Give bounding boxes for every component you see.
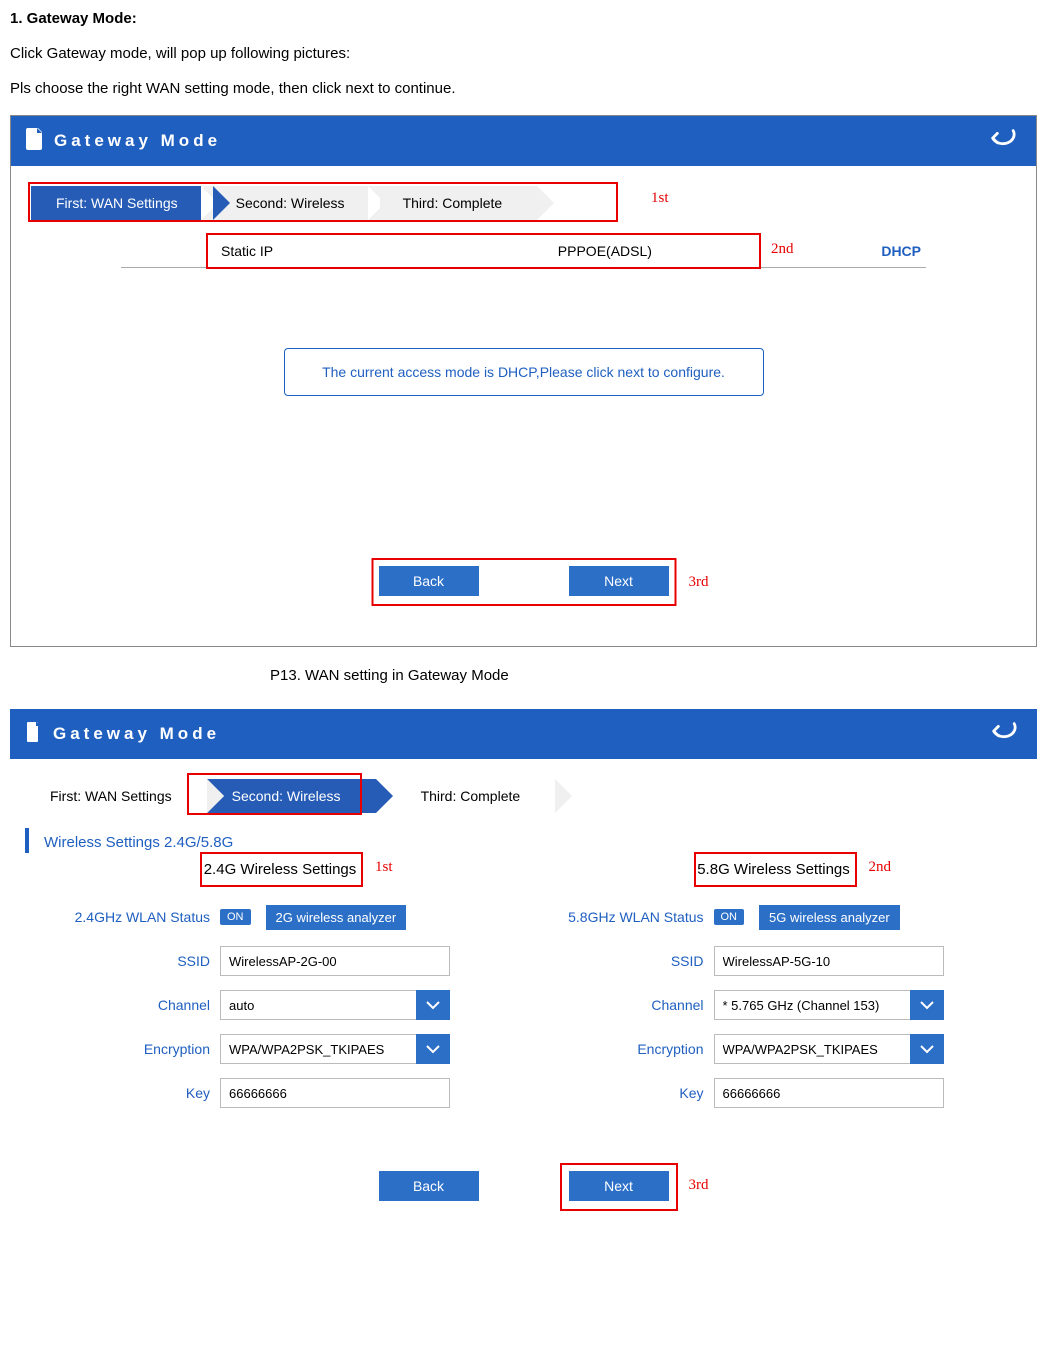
chevron-down-icon[interactable]: [910, 990, 944, 1020]
document-icon: [26, 128, 44, 155]
analyzer-button-5g[interactable]: 5G wireless analyzer: [759, 905, 900, 930]
wireless-settings-heading: Wireless Settings 2.4G/5.8G: [25, 828, 1037, 853]
back-arrow-icon[interactable]: [983, 125, 1021, 158]
step-tab-complete[interactable]: Third: Complete: [376, 779, 556, 813]
analyzer-button-2g[interactable]: 2G wireless analyzer: [266, 905, 407, 930]
key-input-24g[interactable]: [220, 1078, 450, 1108]
screenshot-wireless-settings: Gateway Mode First: WAN Settings Second:…: [10, 709, 1037, 1201]
encryption-label-24g: Encryption: [45, 1041, 220, 1057]
annotation-2nd: 2nd: [869, 859, 892, 876]
step-tab-wan[interactable]: First: WAN Settings: [31, 186, 213, 220]
annotation-1st: 1st: [375, 859, 393, 876]
key-label-58g: Key: [539, 1085, 714, 1101]
wireless-24g-column: 2.4G Wireless Settings 1st 2.4GHz WLAN S…: [30, 853, 524, 1121]
annotation-3rd: 3rd: [689, 1177, 709, 1194]
ssid-label-58g: SSID: [539, 953, 714, 969]
col-heading-24g: 2.4G Wireless Settings: [195, 853, 365, 886]
document-icon: [25, 721, 43, 748]
col-heading-58g: 5.8G Wireless Settings: [689, 853, 859, 886]
doc-heading: 1. Gateway Mode:: [10, 10, 1037, 27]
encryption-select-24g[interactable]: [220, 1034, 416, 1064]
doc-paragraph: Click Gateway mode, will pop up followin…: [10, 45, 1037, 62]
annotation-2nd: 2nd: [771, 241, 794, 258]
key-input-58g[interactable]: [714, 1078, 944, 1108]
channel-select-24g[interactable]: [220, 990, 416, 1020]
chevron-down-icon[interactable]: [416, 990, 450, 1020]
back-button[interactable]: Back: [379, 566, 479, 596]
app-header: Gateway Mode: [10, 709, 1037, 759]
doc-paragraph: Pls choose the right WAN setting mode, t…: [10, 80, 1037, 97]
step-tab-wireless[interactable]: Second: Wireless: [207, 779, 376, 813]
back-button[interactable]: Back: [379, 1171, 479, 1201]
back-arrow-icon[interactable]: [984, 718, 1022, 751]
info-message: The current access mode is DHCP,Please c…: [284, 348, 764, 396]
key-label-24g: Key: [45, 1085, 220, 1101]
wlan-status-label-58g: 5.8GHz WLAN Status: [539, 909, 714, 925]
ssid-label-24g: SSID: [45, 953, 220, 969]
ssid-input-58g[interactable]: [714, 946, 944, 976]
encryption-label-58g: Encryption: [539, 1041, 714, 1057]
encryption-select-58g[interactable]: [714, 1034, 910, 1064]
channel-label-24g: Channel: [45, 997, 220, 1013]
figure-caption: P13. WAN setting in Gateway Mode: [0, 667, 1047, 684]
chevron-down-icon[interactable]: [910, 1034, 944, 1064]
ssid-input-24g[interactable]: [220, 946, 450, 976]
wan-mode-dhcp[interactable]: DHCP: [740, 235, 926, 267]
step-tab-wan[interactable]: First: WAN Settings: [25, 779, 207, 813]
app-header: Gateway Mode: [11, 116, 1036, 166]
channel-label-58g: Channel: [539, 997, 714, 1013]
wan-mode-static-ip[interactable]: Static IP: [121, 235, 469, 267]
channel-select-58g[interactable]: [714, 990, 910, 1020]
wlan-status-label-24g: 2.4GHz WLAN Status: [45, 909, 220, 925]
annotation-3rd: 3rd: [689, 574, 709, 591]
annotation-1st: 1st: [651, 190, 669, 207]
page-title: Gateway Mode: [53, 724, 220, 744]
wlan-status-toggle-58g[interactable]: ON: [714, 909, 745, 925]
wan-mode-pppoe[interactable]: PPPOE(ADSL): [469, 235, 740, 267]
screenshot-wan-settings: Gateway Mode First: WAN Settings Second:…: [10, 115, 1037, 647]
next-button[interactable]: Next: [569, 566, 669, 596]
next-button[interactable]: Next: [569, 1171, 669, 1201]
wlan-status-toggle-24g[interactable]: ON: [220, 909, 251, 925]
page-title: Gateway Mode: [54, 131, 221, 151]
chevron-down-icon[interactable]: [416, 1034, 450, 1064]
wireless-58g-column: 5.8G Wireless Settings 2nd 5.8GHz WLAN S…: [524, 853, 1018, 1121]
